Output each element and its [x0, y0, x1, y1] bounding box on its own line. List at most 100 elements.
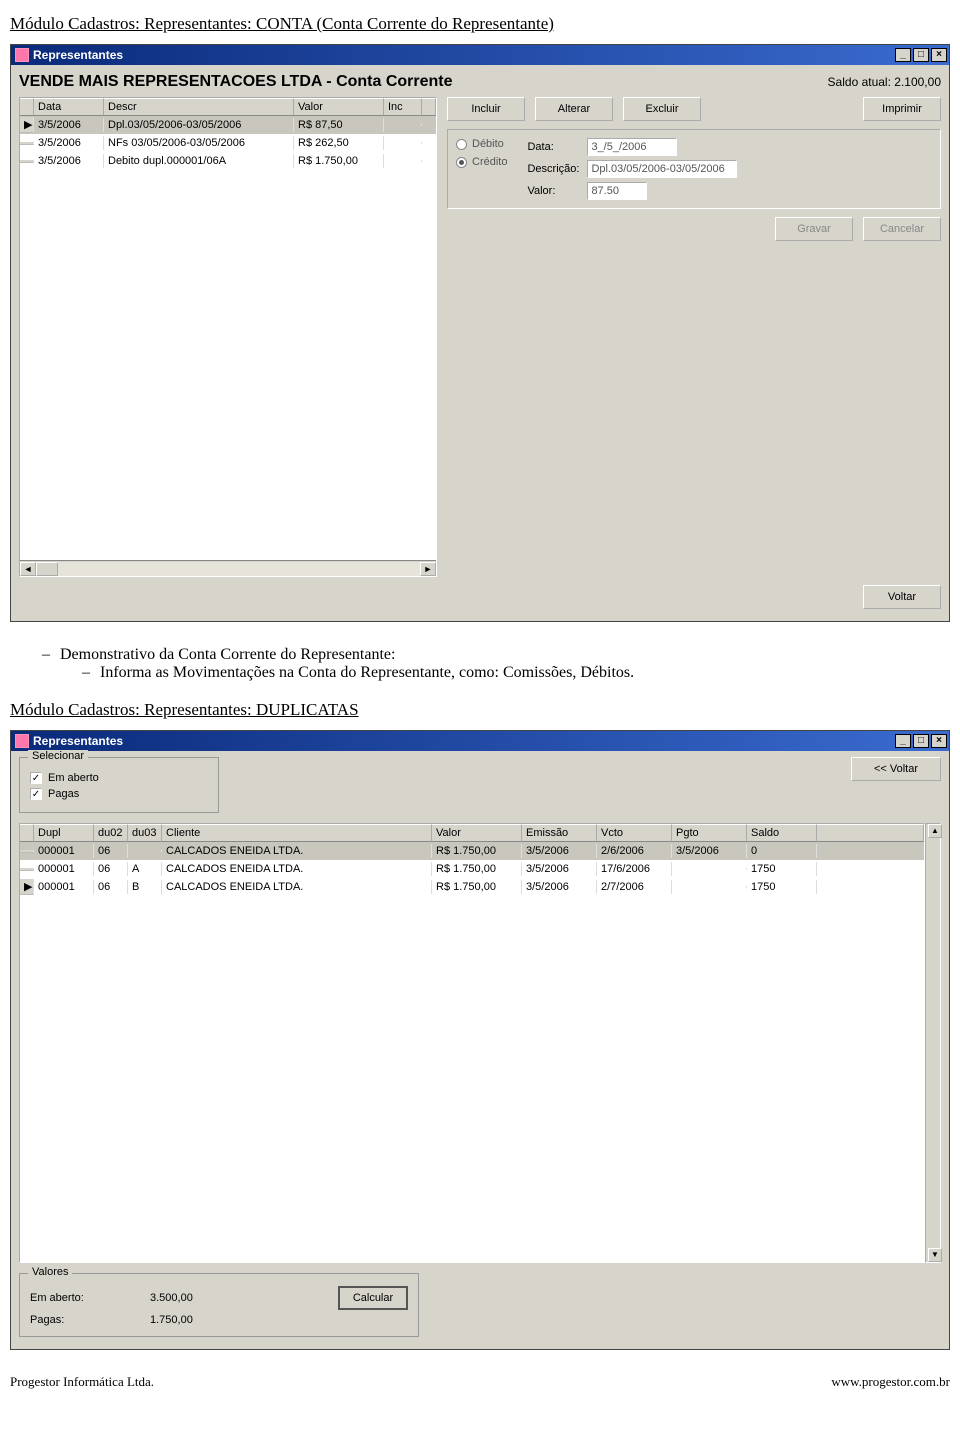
cell-du03: A: [128, 862, 162, 876]
page-footer: Progestor Informática Ltda. www.progesto…: [10, 1374, 950, 1390]
col-descr[interactable]: Descr: [104, 98, 294, 116]
titlebar: Representantes _ □ ×: [11, 45, 949, 65]
cell-inc: [384, 142, 422, 144]
scroll-thumb[interactable]: [36, 562, 58, 576]
cell-dupl: 000001: [34, 880, 94, 894]
table-row[interactable]: 3/5/2006 NFs 03/05/2006-03/05/2006 R$ 26…: [20, 134, 436, 152]
cell-cliente: CALCADOS ENEIDA LTDA.: [162, 880, 432, 894]
grid-header-row: Dupl du02 du03 Cliente Valor Emissão Vct…: [20, 824, 924, 842]
selecionar-legend: Selecionar: [28, 750, 88, 762]
window-representantes-conta: Representantes _ □ × VENDE MAIS REPRESEN…: [10, 44, 950, 622]
cell-emissao: 3/5/2006: [522, 844, 597, 858]
col-du03[interactable]: du03: [128, 824, 162, 842]
maximize-button[interactable]: □: [913, 734, 929, 748]
radio-debito[interactable]: Débito: [456, 138, 507, 150]
cell-valor: R$ 1.750,00: [432, 844, 522, 858]
close-button[interactable]: ×: [931, 48, 947, 62]
horizontal-scrollbar[interactable]: ◄ ►: [20, 560, 436, 576]
descricao-field[interactable]: [587, 160, 737, 178]
cell-vcto: 2/6/2006: [597, 844, 672, 858]
valor-label: Valor:: [527, 185, 579, 197]
checkbox-emaberto[interactable]: ✓ Em aberto: [30, 772, 208, 784]
cell-cliente: CALCADOS ENEIDA LTDA.: [162, 844, 432, 858]
checkbox-icon: ✓: [30, 788, 42, 800]
descricao-label: Descrição:: [527, 163, 579, 175]
grid-header-row: Data Descr Valor Inc: [20, 98, 436, 116]
col-saldo[interactable]: Saldo: [747, 824, 817, 842]
cell-descr: Debito dupl.000001/06A: [104, 154, 294, 168]
scroll-down-icon[interactable]: ▼: [928, 1248, 942, 1262]
window-title: Representantes: [33, 734, 123, 748]
saldo-value: 2.100,00: [894, 75, 941, 89]
col-pgto[interactable]: Pgto: [672, 824, 747, 842]
close-button[interactable]: ×: [931, 734, 947, 748]
table-row[interactable]: 000001 06 CALCADOS ENEIDA LTDA. R$ 1.750…: [20, 842, 924, 860]
scroll-right-icon[interactable]: ►: [420, 562, 436, 576]
cell-vcto: 2/7/2006: [597, 880, 672, 894]
col-vcto[interactable]: Vcto: [597, 824, 672, 842]
col-data[interactable]: Data: [34, 98, 104, 116]
col-valor[interactable]: Valor: [294, 98, 384, 116]
valor-field[interactable]: [587, 182, 647, 200]
window-representantes-duplicatas: Representantes _ □ × Selecionar ✓ Em abe…: [10, 730, 950, 1350]
alterar-button[interactable]: Alterar: [535, 97, 613, 121]
cell-valor: R$ 1.750,00: [294, 154, 384, 168]
imprimir-button[interactable]: Imprimir: [863, 97, 941, 121]
cell-du02: 06: [94, 862, 128, 876]
col-du02[interactable]: du02: [94, 824, 128, 842]
col-valor[interactable]: Valor: [432, 824, 522, 842]
col-emissao[interactable]: Emissão: [522, 824, 597, 842]
edit-panel: Débito Crédito Data: Descrição: Valor:: [447, 129, 941, 209]
radio-icon: [456, 157, 467, 168]
window-title: Representantes: [33, 48, 123, 62]
scroll-left-icon[interactable]: ◄: [20, 562, 36, 576]
table-row[interactable]: ▶ 000001 06 B CALCADOS ENEIDA LTDA. R$ 1…: [20, 878, 924, 896]
cell-du02: 06: [94, 844, 128, 858]
gravar-button[interactable]: Gravar: [775, 217, 853, 241]
checkbox-icon: ✓: [30, 772, 42, 784]
grid-body: 000001 06 CALCADOS ENEIDA LTDA. R$ 1.750…: [20, 842, 924, 1262]
col-inc[interactable]: Inc: [384, 98, 422, 116]
footer-right: www.progestor.com.br: [831, 1374, 950, 1390]
pagas-label: Pagas:: [30, 1314, 110, 1326]
incluir-button[interactable]: Incluir: [447, 97, 525, 121]
col-cliente[interactable]: Cliente: [162, 824, 432, 842]
titlebar: Representantes _ □ ×: [11, 731, 949, 751]
cell-saldo: 1750: [747, 862, 817, 876]
col-dupl[interactable]: Dupl: [34, 824, 94, 842]
radio-credito[interactable]: Crédito: [456, 156, 507, 168]
checkbox-emaberto-label: Em aberto: [48, 772, 99, 784]
cell-cliente: CALCADOS ENEIDA LTDA.: [162, 862, 432, 876]
minimize-button[interactable]: _: [895, 48, 911, 62]
transactions-grid[interactable]: Data Descr Valor Inc ▶ 3/5/2006 Dpl.03/0…: [19, 97, 437, 577]
footer-left: Progestor Informática Ltda.: [10, 1374, 154, 1390]
cell-du03: B: [128, 880, 162, 894]
cancelar-button[interactable]: Cancelar: [863, 217, 941, 241]
data-field[interactable]: [587, 138, 677, 156]
scroll-up-icon[interactable]: ▲: [928, 824, 942, 838]
maximize-button[interactable]: □: [913, 48, 929, 62]
cell-valor: R$ 1.750,00: [432, 880, 522, 894]
voltar-button[interactable]: << Voltar: [851, 757, 941, 781]
row-indicator-icon: [20, 160, 34, 163]
minimize-button[interactable]: _: [895, 734, 911, 748]
row-indicator-icon: [20, 868, 34, 871]
cell-descr: Dpl.03/05/2006-03/05/2006: [104, 118, 294, 132]
cell-inc: [384, 124, 422, 126]
saldo-label: Saldo atual:: [828, 75, 891, 89]
cell-inc: [384, 160, 422, 162]
row-indicator-icon: [20, 850, 34, 853]
table-row[interactable]: 000001 06 A CALCADOS ENEIDA LTDA. R$ 1.7…: [20, 860, 924, 878]
voltar-button[interactable]: Voltar: [863, 585, 941, 609]
excluir-button[interactable]: Excluir: [623, 97, 701, 121]
valores-group: Valores Em aberto: 3.500,00 Calcular Pag…: [19, 1273, 419, 1337]
calcular-button[interactable]: Calcular: [338, 1286, 408, 1310]
selecionar-group: Selecionar ✓ Em aberto ✓ Pagas: [19, 757, 219, 813]
table-row[interactable]: ▶ 3/5/2006 Dpl.03/05/2006-03/05/2006 R$ …: [20, 116, 436, 134]
duplicatas-grid[interactable]: Dupl du02 du03 Cliente Valor Emissão Vct…: [19, 823, 925, 1263]
checkbox-pagas[interactable]: ✓ Pagas: [30, 788, 208, 800]
table-row[interactable]: 3/5/2006 Debito dupl.000001/06A R$ 1.750…: [20, 152, 436, 170]
grid-body: ▶ 3/5/2006 Dpl.03/05/2006-03/05/2006 R$ …: [20, 116, 436, 560]
cell-valor: R$ 87,50: [294, 118, 384, 132]
cell-vcto: 17/6/2006: [597, 862, 672, 876]
